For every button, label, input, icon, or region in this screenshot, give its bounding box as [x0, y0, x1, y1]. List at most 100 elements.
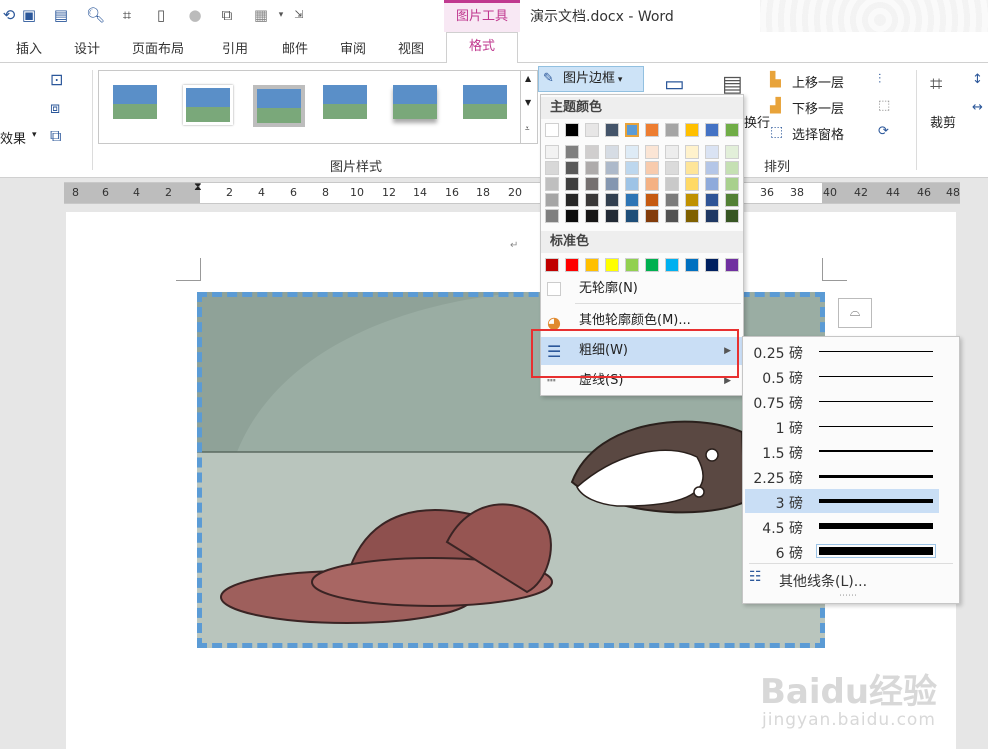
theme-shade-swatch[interactable]	[665, 161, 679, 175]
resize-grip-icon[interactable]: ⋯⋯	[839, 591, 857, 601]
standard-color-swatch[interactable]	[705, 258, 719, 272]
customize-icon[interactable]: ⇲	[290, 6, 308, 24]
theme-shade-swatch[interactable]	[725, 209, 739, 223]
no-outline-item[interactable]: 无轮廓(N)	[541, 275, 743, 303]
theme-shade-swatch[interactable]	[585, 161, 599, 175]
theme-shade-swatch[interactable]	[605, 209, 619, 223]
standard-color-swatch[interactable]	[625, 258, 639, 272]
theme-shade-swatch[interactable]	[705, 209, 719, 223]
theme-shade-swatch[interactable]	[605, 161, 619, 175]
send-backward-icon[interactable]: ▟	[770, 98, 781, 114]
theme-shade-swatch[interactable]	[565, 193, 579, 207]
standard-color-swatch[interactable]	[565, 258, 579, 272]
weight-option[interactable]: 0.75 磅	[745, 389, 939, 413]
circle-icon[interactable]: ●	[186, 6, 204, 24]
theme-shade-swatch[interactable]	[685, 193, 699, 207]
standard-color-swatch[interactable]	[605, 258, 619, 272]
width-icon[interactable]: ↔	[972, 100, 983, 115]
theme-shade-swatch[interactable]	[625, 209, 639, 223]
weight-option[interactable]: 1.5 磅	[745, 439, 939, 463]
standard-color-swatch[interactable]	[725, 258, 739, 272]
indent-marker-icon[interactable]: ⧗	[194, 180, 202, 194]
tab-design[interactable]: 设计	[74, 38, 100, 57]
weight-option[interactable]: 6 磅	[745, 539, 939, 563]
weight-option[interactable]: 4.5 磅	[745, 514, 939, 538]
theme-shade-swatch[interactable]	[605, 145, 619, 159]
theme-color-swatch[interactable]	[725, 123, 739, 137]
selection-pane-icon[interactable]: ⬚	[770, 124, 783, 140]
theme-shade-swatch[interactable]	[665, 209, 679, 223]
theme-shade-swatch[interactable]	[625, 145, 639, 159]
change-picture-icon[interactable]: ⧈	[50, 98, 60, 118]
tab-insert[interactable]: 插入	[16, 38, 42, 57]
picture-icon[interactable]: ⊡	[50, 70, 63, 89]
theme-shade-swatch[interactable]	[725, 177, 739, 191]
tab-review[interactable]: 审阅	[340, 38, 366, 57]
save-as-icon[interactable]: ▤	[52, 6, 70, 24]
picture-styles-gallery[interactable]	[98, 70, 538, 144]
wrap-text-label[interactable]: 换行	[744, 112, 770, 131]
selection-pane-button[interactable]: 选择窗格	[792, 124, 844, 143]
theme-shade-swatch[interactable]	[725, 193, 739, 207]
rotate-icon[interactable]: ⟳	[878, 124, 889, 139]
theme-shade-swatch[interactable]	[645, 161, 659, 175]
theme-shade-swatch[interactable]	[585, 209, 599, 223]
theme-shade-swatch[interactable]	[625, 177, 639, 191]
theme-shade-swatch[interactable]	[725, 145, 739, 159]
theme-color-swatch[interactable]	[605, 123, 619, 137]
tab-page-layout[interactable]: 页面布局	[132, 38, 184, 57]
style-thumb-5[interactable]	[393, 85, 437, 119]
theme-shade-swatch[interactable]	[665, 177, 679, 191]
theme-shade-swatch[interactable]	[545, 145, 559, 159]
layout-icon[interactable]: ⧉	[218, 6, 236, 24]
theme-shade-swatch[interactable]	[585, 193, 599, 207]
standard-color-swatch[interactable]	[585, 258, 599, 272]
theme-shade-swatch[interactable]	[685, 145, 699, 159]
picture-effects-button[interactable]: 效果	[0, 128, 26, 147]
send-backward-button[interactable]: 下移一层	[792, 98, 844, 117]
theme-shade-swatch[interactable]	[645, 193, 659, 207]
theme-shade-swatch[interactable]	[545, 209, 559, 223]
theme-color-swatch[interactable]	[665, 123, 679, 137]
weight-option[interactable]: 0.5 磅	[745, 364, 939, 388]
style-thumb-1[interactable]	[113, 85, 157, 119]
tab-view[interactable]: 视图	[398, 38, 424, 57]
theme-shade-swatch[interactable]	[565, 209, 579, 223]
theme-shade-swatch[interactable]	[545, 193, 559, 207]
weight-option[interactable]: 0.25 磅	[745, 339, 939, 363]
tab-format[interactable]: 格式	[446, 32, 518, 63]
bring-forward-button[interactable]: 上移一层	[792, 72, 844, 91]
standard-color-swatch[interactable]	[545, 258, 559, 272]
theme-shade-swatch[interactable]	[685, 209, 699, 223]
theme-shade-swatch[interactable]	[685, 161, 699, 175]
theme-color-swatch[interactable]	[685, 123, 699, 137]
theme-color-swatch[interactable]	[545, 123, 559, 137]
theme-shade-swatch[interactable]	[645, 145, 659, 159]
new-doc-icon[interactable]: ▯	[152, 6, 170, 24]
weight-option[interactable]: 3 磅	[745, 489, 939, 513]
theme-color-swatch[interactable]	[625, 123, 639, 137]
weight-option[interactable]: 2.25 磅	[745, 464, 939, 488]
standard-color-swatch[interactable]	[645, 258, 659, 272]
picture-border-button[interactable]: ✎ 图片边框 ▾	[538, 66, 644, 92]
weight-option[interactable]: 1 磅	[745, 414, 939, 438]
theme-shade-swatch[interactable]	[585, 145, 599, 159]
theme-shade-swatch[interactable]	[625, 193, 639, 207]
theme-shade-swatch[interactable]	[625, 161, 639, 175]
theme-shade-swatch[interactable]	[705, 161, 719, 175]
gallery-more-icon[interactable]: ⩡	[525, 124, 530, 134]
theme-color-swatch[interactable]	[705, 123, 719, 137]
binoculars-icon[interactable]: ⌗	[118, 6, 136, 24]
more-lines-item[interactable]: ☷ 其他线条(L)...	[743, 567, 959, 593]
group-icon[interactable]: ⬚	[878, 98, 890, 113]
print-preview-icon[interactable]: 🔍︎	[86, 6, 105, 24]
scroll-up-icon[interactable]: ▲	[525, 74, 531, 83]
style-thumb-4[interactable]	[323, 85, 367, 119]
save-icon[interactable]: ▣	[20, 6, 38, 24]
theme-shade-swatch[interactable]	[705, 193, 719, 207]
layout-options-icon[interactable]: ⌓	[838, 298, 872, 328]
bring-forward-icon[interactable]: ▙	[770, 72, 781, 88]
table-icon[interactable]: ▦	[252, 6, 270, 24]
reset-picture-icon[interactable]: ⧉	[50, 126, 61, 146]
standard-color-swatch[interactable]	[665, 258, 679, 272]
